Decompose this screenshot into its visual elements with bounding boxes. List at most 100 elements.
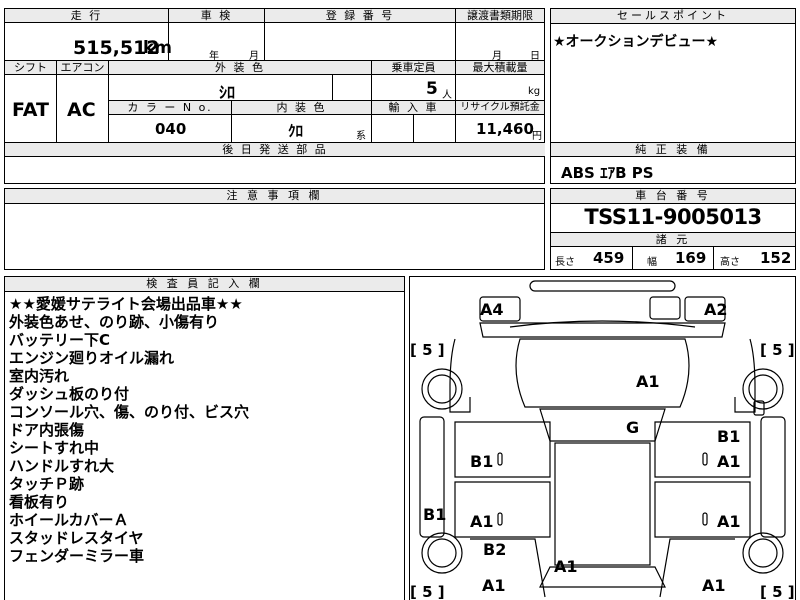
later-parts-label: 後 日 発 送 部 品	[5, 143, 545, 157]
recycle-deposit-unit: 円	[532, 131, 542, 142]
damage-right-front-door-top: B1	[717, 427, 741, 446]
damage-trunk: A1	[554, 557, 578, 576]
transfer-deadline-label: 譲渡書類期限	[456, 9, 545, 23]
interior-color-label: 内 装 色	[232, 101, 372, 115]
payload-cell: kg	[456, 75, 545, 101]
damage-right-front-door: A1	[717, 452, 741, 471]
inspector-box: 検 査 員 記 入 欄 ★★愛媛サテライト会場出品車★★ 外装色あせ、のり跡、小…	[4, 276, 405, 600]
spec-width-label: 幅	[647, 257, 657, 268]
spec-length-cell: 長さ 459	[551, 247, 633, 269]
sales-point-text: ★オークションデビュー★	[553, 34, 719, 50]
interior-color-unit: 系	[356, 131, 366, 142]
spec-width-cell: 幅 169	[633, 247, 714, 269]
spec-length-label: 長さ	[555, 257, 575, 268]
spec-height-value: 152	[760, 249, 792, 267]
shift-cell: FAT	[5, 75, 57, 143]
chassis-label: 車 台 番 号	[551, 189, 795, 204]
note-line: エンジン廻りオイル漏れ	[9, 349, 175, 367]
capacity-unit: 人	[442, 90, 452, 101]
ac-value: AC	[67, 99, 96, 121]
note-line: コンソール穴、傷、のり付、ビス穴	[9, 403, 250, 421]
tread-mark-rear-right: [ 5 ]	[760, 583, 795, 600]
note-line: ハンドルすれ大	[9, 457, 115, 475]
inspector-label: 検 査 員 記 入 欄	[5, 277, 404, 292]
note-line: ドア内張傷	[9, 421, 85, 439]
note-line: ★★愛媛サテライト会場出品車★★	[9, 295, 243, 313]
note-line: フェンダーミラー車	[9, 547, 145, 565]
registration-cell	[265, 23, 456, 61]
import-cell-a	[372, 115, 414, 143]
damage-left-rear-door: A1	[470, 512, 494, 531]
damage-front-right: A2	[704, 300, 728, 319]
equipment-label: 純 正 装 備	[551, 142, 795, 157]
specs-label: 諸 元	[551, 232, 795, 247]
car-diagram-box: [ 5 ] [ 5 ] [ 5 ] [ 5 ] A4 A2 A1 G B1 B1…	[409, 276, 796, 600]
damage-roof: G	[626, 418, 640, 437]
tread-mark-front-left: [ 5 ]	[410, 341, 445, 359]
spec-width-value: 169	[675, 249, 707, 267]
damage-left-sill: B1	[423, 505, 447, 524]
color-no-value: 040	[155, 120, 187, 138]
damage-rear-right: A1	[702, 576, 726, 595]
import-label: 輸 入 車	[372, 101, 456, 115]
interior-color-value: ｸﾛ	[288, 122, 304, 140]
chassis-value: TSS11-9005013	[584, 205, 762, 229]
damage-hood: A1	[636, 372, 660, 391]
note-line: 外装色あせ、のり跡、小傷有り	[9, 313, 220, 331]
sales-point-box: セールスポイント ★オークションデビュー★ 純 正 装 備 ABS ｴｱB PS	[550, 8, 796, 184]
note-line: タッチＰ跡	[9, 475, 85, 493]
inspector-notes: ★★愛媛サテライト会場出品車★★ 外装色あせ、のり跡、小傷有り バッテリー下C …	[9, 295, 249, 565]
note-line: 室内汚れ	[9, 367, 70, 385]
capacity-cell: 5 人	[372, 75, 456, 101]
transfer-month-unit: 月	[492, 51, 502, 62]
recycle-deposit-value: 11,460	[476, 120, 534, 138]
capacity-value: 5	[426, 79, 438, 99]
mileage-unit: km	[143, 38, 173, 58]
spec-height-label: 高さ	[720, 257, 740, 268]
exterior-color-cell: ｼﾛ	[109, 75, 333, 102]
caution-label: 注 意 事 項 欄	[5, 189, 544, 204]
inspection-cell: 年 月	[169, 23, 265, 62]
payload-label: 最大積載量	[456, 61, 545, 75]
inspection-label: 車 検	[169, 9, 265, 23]
ac-label: エアコン	[57, 61, 109, 75]
recycle-deposit-cell: 11,460 円	[456, 115, 545, 143]
color-no-label: カ ラ ー N o.	[109, 101, 232, 115]
interior-color-cell: ｸﾛ 系	[232, 115, 372, 143]
registration-label: 登 録 番 号	[265, 9, 456, 23]
import-cell-b	[414, 115, 456, 143]
inspection-year-unit: 年	[209, 51, 219, 62]
spec-length-value: 459	[593, 249, 625, 267]
shift-value: FAT	[12, 99, 49, 121]
equipment-value: ABS ｴｱB PS	[561, 164, 654, 182]
damage-front-left: A4	[480, 300, 504, 319]
damage-rear-left: A1	[482, 576, 506, 595]
mileage-label: 走 行	[5, 9, 169, 23]
note-line: スタッドレスタイヤ	[9, 529, 144, 547]
sales-point-label: セールスポイント	[551, 9, 795, 24]
chassis-box: 車 台 番 号 TSS11-9005013 諸 元 長さ 459 幅 169 高…	[550, 188, 796, 270]
specs-row: 長さ 459 幅 169 高さ 152	[551, 247, 795, 269]
payload-unit: kg	[528, 86, 541, 97]
damage-left-rear-fender: B2	[483, 540, 507, 559]
exterior-color-sub-cell	[333, 75, 372, 101]
transfer-deadline-cell: 月 日	[456, 23, 545, 62]
mileage-cell: 515,512 km	[5, 23, 173, 61]
ac-cell: AC	[57, 75, 109, 143]
note-line: バッテリー下C	[9, 331, 111, 349]
transfer-day-unit: 日	[530, 51, 540, 62]
note-line: 看板有り	[9, 493, 70, 511]
tread-mark-front-right: [ 5 ]	[760, 341, 795, 359]
recycle-deposit-label: リサイクル預託金	[456, 101, 545, 115]
note-line: ホイールカバーＡ	[9, 511, 129, 529]
inspection-month-unit: 月	[249, 51, 259, 62]
damage-left-front-door: B1	[470, 452, 494, 471]
tread-mark-rear-left: [ 5 ]	[410, 583, 445, 600]
caution-box: 注 意 事 項 欄	[4, 188, 545, 270]
capacity-label: 乗車定員	[372, 61, 456, 75]
spec-height-cell: 高さ 152	[714, 247, 795, 269]
note-line: ダッシュ板のり付	[9, 385, 130, 403]
exterior-color-label: 外 装 色	[109, 61, 372, 75]
vehicle-info-sheet: 走 行 車 検 登 録 番 号 譲渡書類期限 515,512 km 年 月 月 …	[4, 8, 545, 184]
shift-label: シフト	[5, 61, 57, 75]
